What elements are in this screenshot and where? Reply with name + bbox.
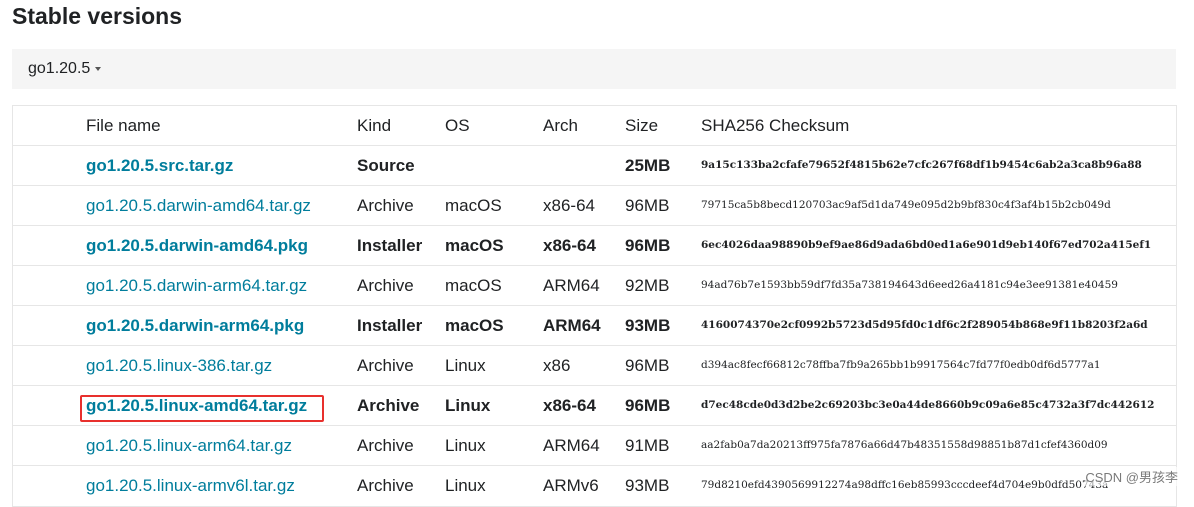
os-cell: Linux bbox=[445, 476, 486, 495]
arch-cell: ARM64 bbox=[543, 276, 600, 295]
header-arch: Arch bbox=[543, 116, 578, 135]
file-download-link[interactable]: go1.20.5.src.tar.gz bbox=[86, 146, 233, 185]
file-download-link[interactable]: go1.20.5.linux-armv6l.tar.gz bbox=[86, 466, 295, 505]
file-download-link[interactable]: go1.20.5.linux-amd64.tar.gz bbox=[86, 386, 307, 425]
table-header-row: File name Kind OS Arch Size SHA256 Check… bbox=[13, 106, 1176, 146]
sha256-cell: d394ac8fecf66812c78ffba7fb9a265bb1b99175… bbox=[701, 359, 1101, 371]
kind-cell: Archive bbox=[357, 356, 414, 375]
kind-cell: Archive bbox=[357, 396, 420, 415]
size-cell: 92MB bbox=[625, 276, 670, 295]
table-row: go1.20.5.linux-armv6l.tar.gz Archive Lin… bbox=[13, 465, 1176, 505]
size-cell: 96MB bbox=[625, 396, 671, 415]
arch-cell: ARM64 bbox=[543, 436, 600, 455]
os-cell: Linux bbox=[445, 436, 486, 455]
size-cell: 91MB bbox=[625, 436, 670, 455]
arch-cell: x86-64 bbox=[543, 396, 596, 415]
size-cell: 93MB bbox=[625, 316, 671, 335]
page-title: Stable versions bbox=[12, 3, 183, 29]
size-cell: 93MB bbox=[625, 476, 670, 495]
os-cell: macOS bbox=[445, 276, 502, 295]
size-cell: 25MB bbox=[625, 156, 671, 175]
sha256-cell: 9a15c133ba2cfafe79652f4815b62e7cfc267f68… bbox=[701, 159, 1142, 171]
sha256-cell: d7ec48cde0d3d2be2c69203bc3e0a44de8660b9c… bbox=[701, 399, 1155, 411]
file-download-link[interactable]: go1.20.5.linux-386.tar.gz bbox=[86, 346, 272, 385]
header-kind: Kind bbox=[357, 116, 392, 135]
version-dropdown-label: go1.20.5 bbox=[28, 60, 91, 77]
table-row: go1.20.5.darwin-amd64.tar.gz Archive mac… bbox=[13, 185, 1176, 225]
version-dropdown[interactable]: go1.20.5 bbox=[28, 60, 102, 78]
table-row: go1.20.5.darwin-arm64.tar.gz Archive mac… bbox=[13, 265, 1176, 305]
sha256-cell: 79715ca5b8becd120703ac9af5d1da749e095d2b… bbox=[701, 199, 1111, 211]
sha256-cell: aa2fab0a7da20213ff975fa7876a66d47b483515… bbox=[701, 439, 1108, 451]
arch-cell: x86-64 bbox=[543, 236, 596, 255]
table-row: go1.20.5.darwin-amd64.pkg Installer macO… bbox=[13, 225, 1176, 265]
os-cell: macOS bbox=[445, 236, 504, 255]
os-cell: Linux bbox=[445, 356, 486, 375]
header-file-name: File name bbox=[86, 116, 161, 135]
kind-cell: Installer bbox=[357, 316, 423, 335]
sha256-cell: 94ad76b7e1593bb59df7fd35a738194643d6eed2… bbox=[701, 279, 1118, 291]
arch-cell: x86 bbox=[543, 356, 571, 375]
kind-cell: Archive bbox=[357, 436, 414, 455]
kind-cell: Source bbox=[357, 156, 415, 175]
arch-cell: ARM64 bbox=[543, 316, 601, 335]
kind-cell: Archive bbox=[357, 276, 414, 295]
header-os: OS bbox=[445, 116, 470, 135]
arch-cell: x86-64 bbox=[543, 196, 595, 215]
table-row: go1.20.5.darwin-arm64.pkg Installer macO… bbox=[13, 305, 1176, 345]
kind-cell: Installer bbox=[357, 236, 423, 255]
sha256-cell: 79d8210efd4390569912274a98dffc16eb85993c… bbox=[701, 479, 1109, 491]
table-row: go1.20.5.src.tar.gz Source 25MB 9a15c133… bbox=[13, 145, 1176, 185]
sha256-cell: 4160074370e2cf0992b5723d5d95fd0c1df6c2f2… bbox=[701, 319, 1148, 331]
file-download-link[interactable]: go1.20.5.darwin-amd64.pkg bbox=[86, 226, 308, 265]
watermark: CSDN @男孩李 bbox=[1085, 467, 1178, 486]
kind-cell: Archive bbox=[357, 196, 414, 215]
kind-cell: Archive bbox=[357, 476, 414, 495]
caret-down-icon bbox=[95, 67, 102, 71]
header-sha256: SHA256 Checksum bbox=[701, 116, 850, 135]
table-row: go1.20.5.linux-amd64.tar.gz Archive Linu… bbox=[13, 385, 1176, 425]
table-row: go1.20.5.linux-386.tar.gz Archive Linux … bbox=[13, 345, 1176, 385]
size-cell: 96MB bbox=[625, 196, 670, 215]
sha256-cell: 6ec4026daa98890b9ef9ae86d9ada6bd0ed1a6e9… bbox=[701, 239, 1152, 251]
file-download-link[interactable]: go1.20.5.darwin-arm64.pkg bbox=[86, 306, 304, 345]
file-download-link[interactable]: go1.20.5.darwin-amd64.tar.gz bbox=[86, 186, 311, 225]
file-download-link[interactable]: go1.20.5.darwin-arm64.tar.gz bbox=[86, 266, 307, 305]
size-cell: 96MB bbox=[625, 356, 670, 375]
size-cell: 96MB bbox=[625, 236, 671, 255]
downloads-table: File name Kind OS Arch Size SHA256 Check… bbox=[12, 105, 1177, 507]
os-cell: macOS bbox=[445, 316, 504, 335]
header-size: Size bbox=[625, 116, 659, 135]
version-bar: go1.20.5 bbox=[12, 49, 1176, 89]
table-row: go1.20.5.linux-arm64.tar.gz Archive Linu… bbox=[13, 425, 1176, 465]
os-cell: macOS bbox=[445, 196, 502, 215]
arch-cell: ARMv6 bbox=[543, 476, 599, 495]
file-download-link[interactable]: go1.20.5.linux-arm64.tar.gz bbox=[86, 426, 292, 465]
os-cell: Linux bbox=[445, 396, 491, 415]
